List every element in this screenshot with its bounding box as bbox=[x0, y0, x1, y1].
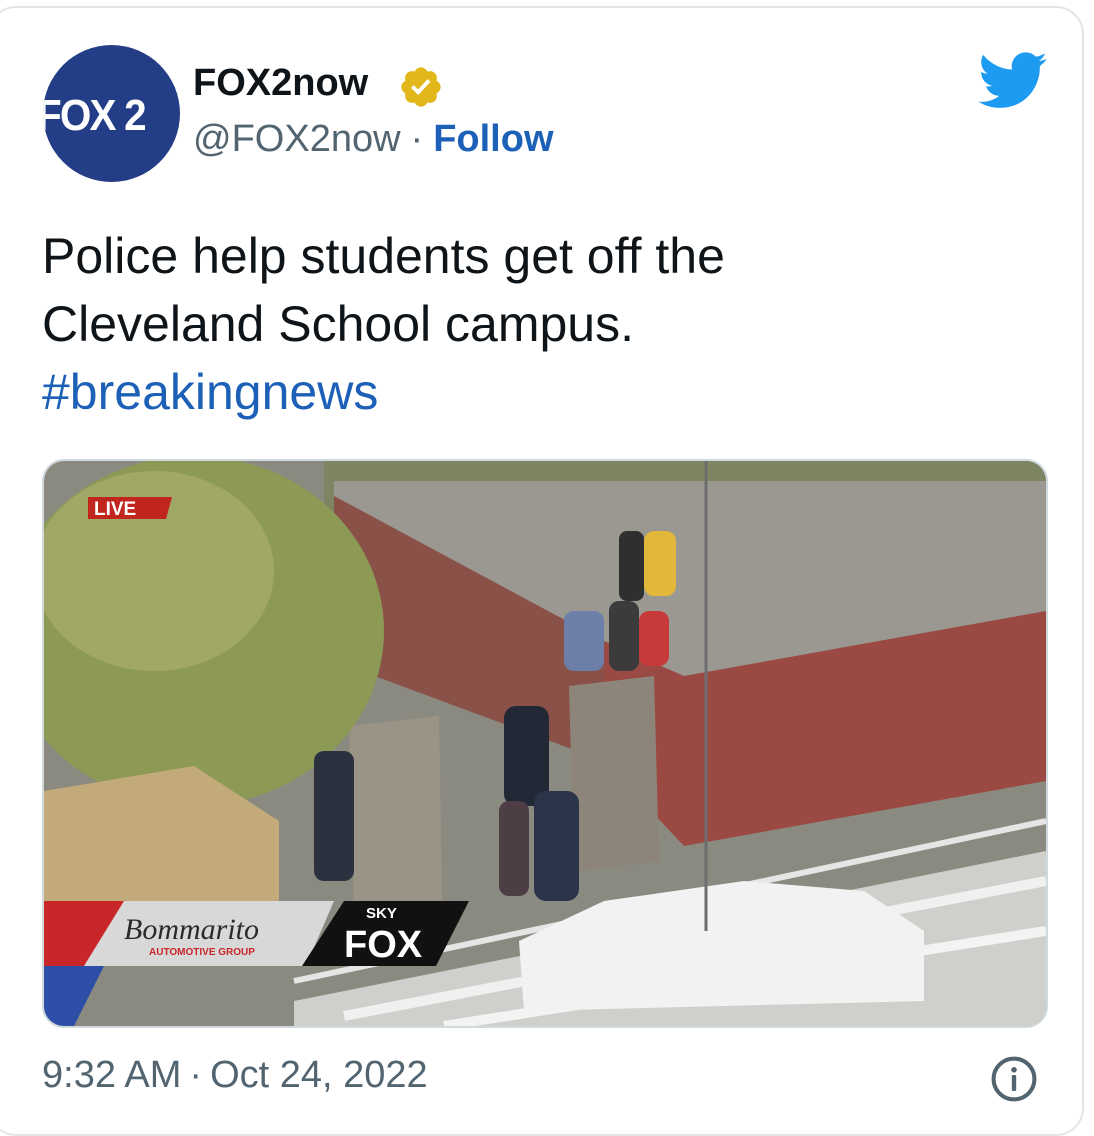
follow-button[interactable]: Follow bbox=[433, 118, 553, 160]
tweet-date: Oct 24, 2022 bbox=[210, 1054, 428, 1096]
display-name[interactable]: FOX2now bbox=[193, 62, 368, 105]
avatar-logo-text: FOX 2 bbox=[43, 91, 147, 140]
tweet-time: 9:32 AM bbox=[42, 1054, 182, 1096]
sponsor-name: Bommarito bbox=[124, 913, 259, 946]
news-photo: LIVE Bommarito AUTOMOTIVE GROUP SKY FOX bbox=[44, 461, 1046, 1026]
tweet-text: Police help students get off the Clevela… bbox=[42, 222, 1002, 426]
info-icon[interactable] bbox=[990, 1055, 1038, 1103]
avatar[interactable]: FOX 2 bbox=[43, 45, 180, 182]
separator: · bbox=[410, 118, 424, 160]
hashtag-link[interactable]: #breakingnews bbox=[42, 358, 1002, 426]
tweet-text-line-2: Cleveland School campus. bbox=[42, 296, 634, 352]
tweet-timestamp[interactable]: 9:32 AM · Oct 24, 2022 bbox=[42, 1054, 428, 1097]
tweet-text-line-1: Police help students get off the bbox=[42, 228, 725, 284]
photo-left-pillar bbox=[349, 716, 442, 911]
sky-fox-logo-top: SKY bbox=[366, 905, 397, 922]
tweet-media-image[interactable]: LIVE Bommarito AUTOMOTIVE GROUP SKY FOX bbox=[42, 459, 1048, 1028]
timestamp-separator: · bbox=[189, 1054, 203, 1096]
handle[interactable]: @FOX2now bbox=[193, 118, 401, 160]
verified-badge-icon bbox=[401, 67, 441, 107]
photo-pillar bbox=[569, 676, 659, 871]
live-badge-text: LIVE bbox=[94, 499, 136, 520]
sponsor-subtitle: AUTOMOTIVE GROUP bbox=[149, 947, 255, 958]
twitter-bird-icon[interactable] bbox=[978, 52, 1048, 110]
sky-fox-logo-main: FOX bbox=[344, 924, 423, 966]
handle-line: @FOX2now · Follow bbox=[193, 118, 554, 161]
